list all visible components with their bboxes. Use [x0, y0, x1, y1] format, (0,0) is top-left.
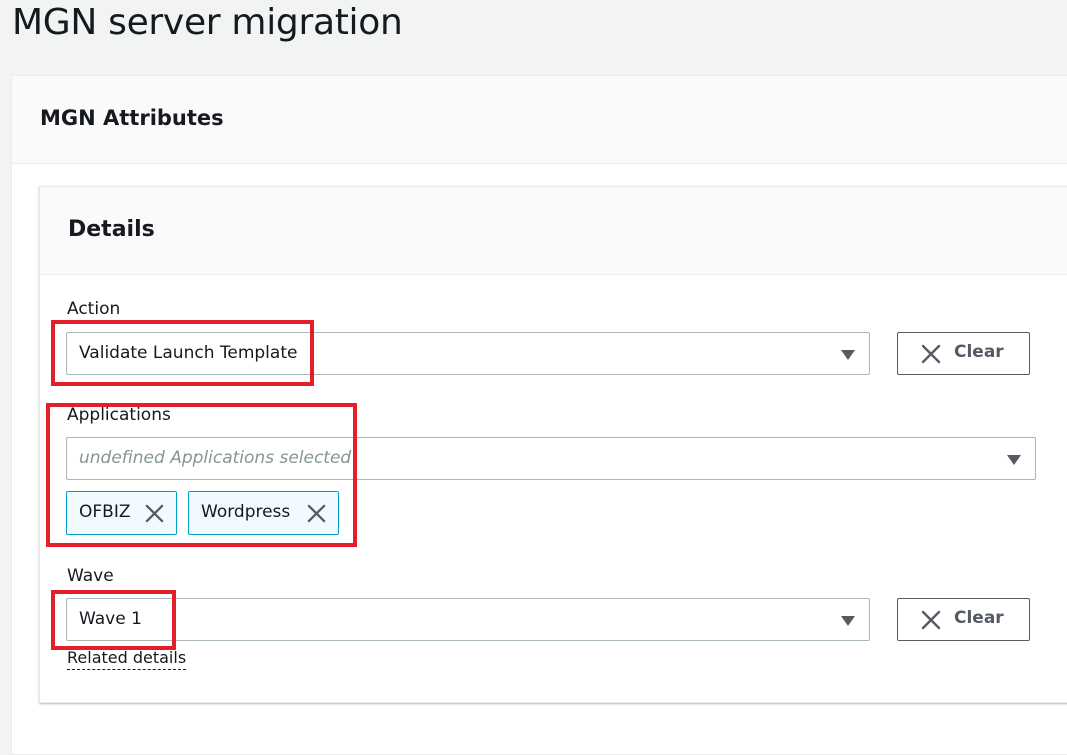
- page-title: MGN server migration: [12, 2, 403, 43]
- action-select[interactable]: Validate Launch Template: [66, 332, 870, 375]
- applications-label: Applications: [67, 405, 171, 425]
- caret-down-icon: [841, 350, 855, 360]
- related-details-link[interactable]: Related details: [67, 648, 187, 670]
- caret-down-icon: [841, 616, 855, 626]
- applications-placeholder: undefined Applications selected: [79, 448, 352, 468]
- details-header: Details: [40, 187, 1067, 275]
- action-clear-label: Clear: [954, 342, 1004, 362]
- wave-select[interactable]: Wave 1: [66, 598, 870, 641]
- close-icon: [921, 344, 941, 364]
- close-icon[interactable]: [307, 504, 326, 523]
- application-token-label: Wordpress: [201, 502, 291, 522]
- mgn-attributes-title: MGN Attributes: [40, 106, 224, 130]
- wave-label: Wave: [67, 566, 114, 586]
- caret-down-icon: [1007, 455, 1021, 465]
- application-token-label: OFBIZ: [79, 502, 131, 522]
- action-select-value: Validate Launch Template: [79, 343, 298, 363]
- application-token: Wordpress: [188, 491, 339, 535]
- action-label: Action: [67, 299, 121, 319]
- close-icon[interactable]: [145, 504, 164, 523]
- wave-select-value: Wave 1: [79, 609, 142, 629]
- details-title: Details: [68, 217, 155, 242]
- mgn-attributes-header: MGN Attributes: [12, 76, 1067, 164]
- applications-multiselect[interactable]: undefined Applications selected: [66, 437, 1036, 480]
- application-token: OFBIZ: [66, 491, 177, 535]
- close-icon: [921, 610, 941, 630]
- wave-clear-button[interactable]: Clear: [897, 598, 1030, 641]
- action-clear-button[interactable]: Clear: [897, 332, 1030, 375]
- wave-clear-label: Clear: [954, 608, 1004, 628]
